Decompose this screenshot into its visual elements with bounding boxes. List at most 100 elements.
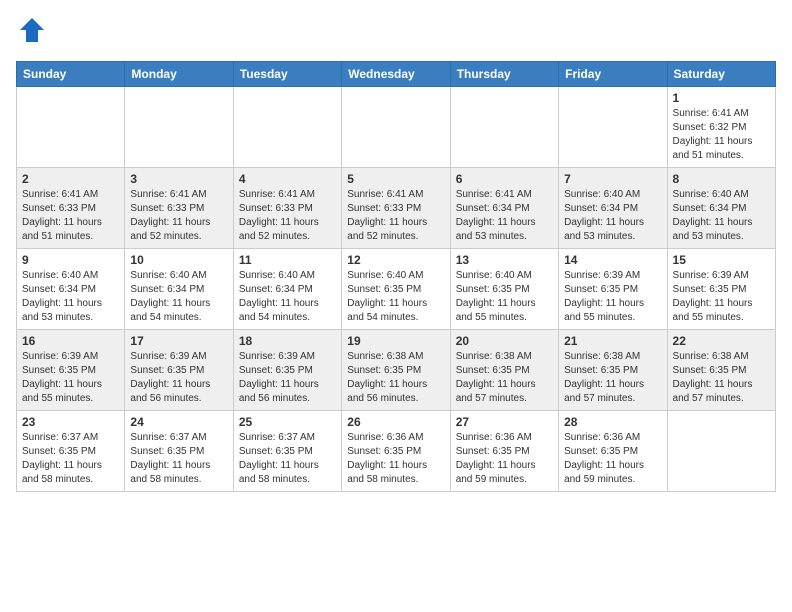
calendar-cell: 16 Sunrise: 6:39 AM Sunset: 6:35 PM Dayli… — [17, 330, 125, 411]
weekday-header-wednesday: Wednesday — [342, 62, 450, 87]
day-info: Sunrise: 6:41 AM Sunset: 6:32 PM Dayligh… — [673, 107, 770, 163]
calendar-cell: 17 Sunrise: 6:39 AM Sunset: 6:35 PM Dayli… — [125, 330, 233, 411]
calendar-cell: 23 Sunrise: 6:37 AM Sunset: 6:35 PM Dayli… — [17, 411, 125, 492]
day-info: Sunrise: 6:41 AM Sunset: 6:33 PM Dayligh… — [22, 188, 119, 244]
weekday-header-monday: Monday — [125, 62, 233, 87]
calendar-cell: 22Sunrise: 6:38 AM Sunset: 6:35 PM Dayli… — [667, 330, 775, 411]
day-number: 20 — [456, 334, 553, 348]
day-number: 22 — [673, 334, 770, 348]
day-info: Sunrise: 6:40 AM Sunset: 6:34 PM Dayligh… — [130, 269, 227, 325]
calendar-cell — [667, 411, 775, 492]
day-number: 16 — [22, 334, 119, 348]
calendar-cell — [17, 87, 125, 168]
calendar-cell: 19Sunrise: 6:38 AM Sunset: 6:35 PM Dayli… — [342, 330, 450, 411]
day-info: Sunrise: 6:36 AM Sunset: 6:35 PM Dayligh… — [564, 431, 661, 487]
day-info: Sunrise: 6:37 AM Sunset: 6:35 PM Dayligh… — [130, 431, 227, 487]
day-info: Sunrise: 6:36 AM Sunset: 6:35 PM Dayligh… — [456, 431, 553, 487]
day-info: Sunrise: 6:41 AM Sunset: 6:33 PM Dayligh… — [130, 188, 227, 244]
day-number: 27 — [456, 415, 553, 429]
day-number: 7 — [564, 172, 661, 186]
day-number: 13 — [456, 253, 553, 267]
day-info: Sunrise: 6:39 AM Sunset: 6:35 PM Dayligh… — [239, 350, 336, 406]
day-info: Sunrise: 6:39 AM Sunset: 6:35 PM Dayligh… — [564, 269, 661, 325]
day-number: 12 — [347, 253, 444, 267]
day-number: 4 — [239, 172, 336, 186]
calendar-cell: 10 Sunrise: 6:40 AM Sunset: 6:34 PM Dayli… — [125, 249, 233, 330]
day-number: 5 — [347, 172, 444, 186]
calendar-cell — [342, 87, 450, 168]
calendar-cell: 9 Sunrise: 6:40 AM Sunset: 6:34 PM Daylig… — [17, 249, 125, 330]
day-number: 18 — [239, 334, 336, 348]
day-number: 6 — [456, 172, 553, 186]
calendar-table: SundayMondayTuesdayWednesdayThursdayFrid… — [16, 61, 776, 492]
calendar-cell: 15 Sunrise: 6:39 AM Sunset: 6:35 PM Dayli… — [667, 249, 775, 330]
day-info: Sunrise: 6:37 AM Sunset: 6:35 PM Dayligh… — [239, 431, 336, 487]
calendar-week-3: 9 Sunrise: 6:40 AM Sunset: 6:34 PM Daylig… — [17, 249, 776, 330]
calendar-cell: 18 Sunrise: 6:39 AM Sunset: 6:35 PM Dayli… — [233, 330, 341, 411]
weekday-header-saturday: Saturday — [667, 62, 775, 87]
calendar-cell: 21 Sunrise: 6:38 AM Sunset: 6:35 PM Dayli… — [559, 330, 667, 411]
day-number: 23 — [22, 415, 119, 429]
day-number: 2 — [22, 172, 119, 186]
day-info: Sunrise: 6:40 AM Sunset: 6:34 PM Dayligh… — [239, 269, 336, 325]
day-info: Sunrise: 6:39 AM Sunset: 6:35 PM Dayligh… — [673, 269, 770, 325]
calendar-cell: 14 Sunrise: 6:39 AM Sunset: 6:35 PM Dayli… — [559, 249, 667, 330]
logo — [16, 16, 46, 49]
calendar-cell: 11 Sunrise: 6:40 AM Sunset: 6:34 PM Dayli… — [233, 249, 341, 330]
calendar-cell: 27 Sunrise: 6:36 AM Sunset: 6:35 PM Dayli… — [450, 411, 558, 492]
calendar-cell: 12 Sunrise: 6:40 AM Sunset: 6:35 PM Dayli… — [342, 249, 450, 330]
calendar-cell: 1 Sunrise: 6:41 AM Sunset: 6:32 PM Daylig… — [667, 87, 775, 168]
weekday-header-thursday: Thursday — [450, 62, 558, 87]
day-number: 9 — [22, 253, 119, 267]
calendar-cell — [125, 87, 233, 168]
day-info: Sunrise: 6:39 AM Sunset: 6:35 PM Dayligh… — [22, 350, 119, 406]
calendar-cell: 26 Sunrise: 6:36 AM Sunset: 6:35 PM Dayli… — [342, 411, 450, 492]
calendar-week-2: 2 Sunrise: 6:41 AM Sunset: 6:33 PM Daylig… — [17, 168, 776, 249]
calendar-week-1: 1 Sunrise: 6:41 AM Sunset: 6:32 PM Daylig… — [17, 87, 776, 168]
calendar-header-row: SundayMondayTuesdayWednesdayThursdayFrid… — [17, 62, 776, 87]
day-info: Sunrise: 6:37 AM Sunset: 6:35 PM Dayligh… — [22, 431, 119, 487]
day-number: 11 — [239, 253, 336, 267]
calendar-week-5: 23 Sunrise: 6:37 AM Sunset: 6:35 PM Dayli… — [17, 411, 776, 492]
calendar-cell: 8 Sunrise: 6:40 AM Sunset: 6:34 PM Daylig… — [667, 168, 775, 249]
page-header — [16, 16, 776, 49]
day-number: 1 — [673, 91, 770, 105]
calendar-cell — [559, 87, 667, 168]
day-info: Sunrise: 6:36 AM Sunset: 6:35 PM Dayligh… — [347, 431, 444, 487]
calendar-cell: 20 Sunrise: 6:38 AM Sunset: 6:35 PM Dayli… — [450, 330, 558, 411]
day-info: Sunrise: 6:40 AM Sunset: 6:35 PM Dayligh… — [347, 269, 444, 325]
day-number: 3 — [130, 172, 227, 186]
day-info: Sunrise: 6:41 AM Sunset: 6:34 PM Dayligh… — [456, 188, 553, 244]
calendar-cell: 25 Sunrise: 6:37 AM Sunset: 6:35 PM Dayli… — [233, 411, 341, 492]
day-number: 21 — [564, 334, 661, 348]
calendar-cell — [450, 87, 558, 168]
day-number: 10 — [130, 253, 227, 267]
calendar-cell: 4 Sunrise: 6:41 AM Sunset: 6:33 PM Daylig… — [233, 168, 341, 249]
day-info: Sunrise: 6:40 AM Sunset: 6:34 PM Dayligh… — [673, 188, 770, 244]
weekday-header-friday: Friday — [559, 62, 667, 87]
day-info: Sunrise: 6:38 AM Sunset: 6:35 PM Dayligh… — [347, 350, 444, 406]
day-number: 15 — [673, 253, 770, 267]
day-number: 24 — [130, 415, 227, 429]
day-info: Sunrise: 6:41 AM Sunset: 6:33 PM Dayligh… — [239, 188, 336, 244]
day-info: Sunrise: 6:40 AM Sunset: 6:35 PM Dayligh… — [456, 269, 553, 325]
calendar-cell: 28Sunrise: 6:36 AM Sunset: 6:35 PM Dayli… — [559, 411, 667, 492]
day-number: 14 — [564, 253, 661, 267]
day-info: Sunrise: 6:38 AM Sunset: 6:35 PM Dayligh… — [564, 350, 661, 406]
weekday-header-tuesday: Tuesday — [233, 62, 341, 87]
day-info: Sunrise: 6:40 AM Sunset: 6:34 PM Dayligh… — [22, 269, 119, 325]
day-number: 17 — [130, 334, 227, 348]
calendar-cell: 5 Sunrise: 6:41 AM Sunset: 6:33 PM Daylig… — [342, 168, 450, 249]
calendar-cell: 7Sunrise: 6:40 AM Sunset: 6:34 PM Daylig… — [559, 168, 667, 249]
day-number: 8 — [673, 172, 770, 186]
calendar-cell: 13 Sunrise: 6:40 AM Sunset: 6:35 PM Dayli… — [450, 249, 558, 330]
day-number: 25 — [239, 415, 336, 429]
calendar-cell: 2 Sunrise: 6:41 AM Sunset: 6:33 PM Daylig… — [17, 168, 125, 249]
calendar-cell — [233, 87, 341, 168]
day-info: Sunrise: 6:38 AM Sunset: 6:35 PM Dayligh… — [456, 350, 553, 406]
day-info: Sunrise: 6:41 AM Sunset: 6:33 PM Dayligh… — [347, 188, 444, 244]
calendar-cell: 3 Sunrise: 6:41 AM Sunset: 6:33 PM Daylig… — [125, 168, 233, 249]
day-info: Sunrise: 6:39 AM Sunset: 6:35 PM Dayligh… — [130, 350, 227, 406]
calendar-week-4: 16 Sunrise: 6:39 AM Sunset: 6:35 PM Dayli… — [17, 330, 776, 411]
day-number: 26 — [347, 415, 444, 429]
